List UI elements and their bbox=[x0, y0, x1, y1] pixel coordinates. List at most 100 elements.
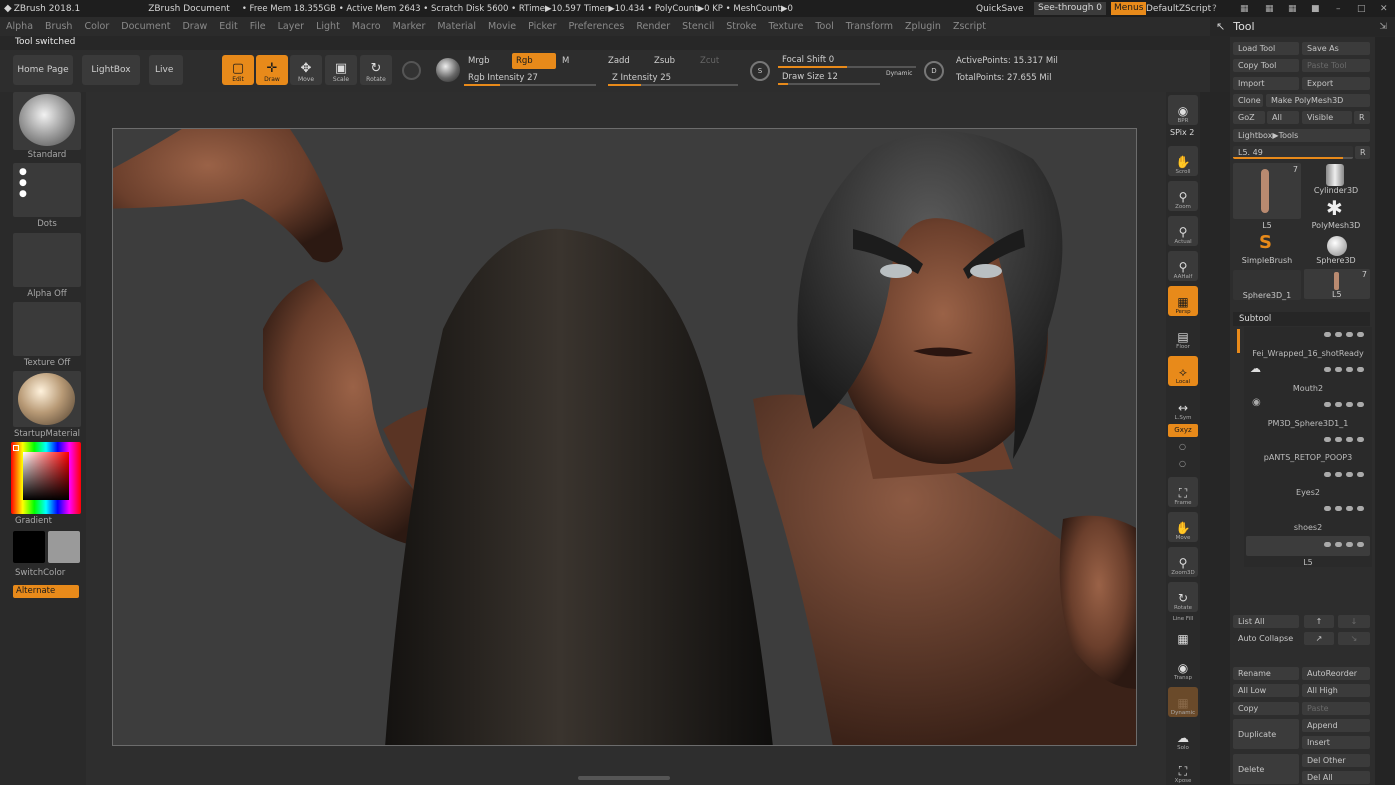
subtool-row-selected[interactable] bbox=[1246, 536, 1370, 556]
menu-material[interactable]: Material bbox=[431, 21, 482, 32]
goz-r-button[interactable]: R bbox=[1354, 111, 1370, 124]
zoom3d-button[interactable]: ⚲ Zoom3D bbox=[1168, 547, 1198, 577]
lsym-button[interactable]: ↔ L.Sym bbox=[1168, 392, 1198, 422]
del-other-button[interactable]: Del Other bbox=[1302, 754, 1370, 767]
menu-alpha[interactable]: Alpha bbox=[0, 21, 39, 32]
menu-movie[interactable]: Movie bbox=[482, 21, 522, 32]
arrow-down-right-icon[interactable]: ↘ bbox=[1338, 632, 1370, 645]
list-all-button[interactable]: List All bbox=[1233, 615, 1299, 628]
subtool-row-4[interactable] bbox=[1246, 432, 1370, 446]
viewport-bottom-handle[interactable] bbox=[578, 776, 670, 780]
subtool-visibility-icons[interactable] bbox=[1322, 400, 1366, 410]
dynamic-button[interactable]: ▦ Dynamic bbox=[1168, 687, 1198, 717]
solo-button[interactable]: ☁ Solo bbox=[1168, 722, 1198, 752]
insert-button[interactable]: Insert bbox=[1302, 736, 1370, 749]
scroll-button[interactable]: ✋ Scroll bbox=[1168, 146, 1198, 176]
paste-tool-button[interactable]: Paste Tool bbox=[1302, 59, 1370, 72]
subtool-row-2[interactable]: ☁ bbox=[1246, 362, 1370, 376]
cylinder3d-icon[interactable] bbox=[1326, 164, 1344, 186]
sculpt-render[interactable] bbox=[113, 129, 1137, 746]
load-tool-button[interactable]: Load Tool bbox=[1233, 42, 1299, 55]
polymesh3d-icon[interactable]: ✱ bbox=[1326, 198, 1343, 218]
gxyz-button[interactable]: Gxyz bbox=[1168, 424, 1198, 437]
subtool-header[interactable]: Subtool bbox=[1233, 312, 1370, 326]
copy-subtool-button[interactable]: Copy bbox=[1233, 702, 1299, 715]
menu-texture[interactable]: Texture bbox=[763, 21, 810, 32]
menu-zscript[interactable]: Zscript bbox=[947, 21, 992, 32]
rgb-intensity-slider[interactable]: Rgb Intensity 27 bbox=[464, 70, 596, 86]
delete-button[interactable]: Delete bbox=[1233, 754, 1299, 784]
color-picker[interactable] bbox=[11, 442, 81, 514]
menu-macro[interactable]: Macro bbox=[346, 21, 387, 32]
copy-tool-button[interactable]: Copy Tool bbox=[1233, 59, 1299, 72]
layout-icon[interactable]: ▦ bbox=[1240, 4, 1249, 14]
help-icon[interactable]: ? bbox=[1212, 4, 1217, 14]
zsub-button[interactable]: Zsub bbox=[650, 53, 694, 69]
quicksave-button[interactable]: QuickSave bbox=[976, 4, 1024, 14]
actual-button[interactable]: ⚲ Actual bbox=[1168, 216, 1198, 246]
subtool-label-3[interactable]: PM3D_Sphere3D1_1 bbox=[1246, 419, 1370, 428]
rgb-button[interactable]: Rgb bbox=[512, 53, 556, 69]
menu-file[interactable]: File bbox=[244, 21, 272, 32]
xpose-button[interactable]: ⛶ Xpose bbox=[1168, 755, 1198, 785]
m-button[interactable]: M bbox=[558, 53, 598, 69]
clone-button[interactable]: Clone bbox=[1233, 94, 1263, 107]
move-up-arrow-icon[interactable]: ↑ bbox=[1304, 615, 1334, 628]
menus-button[interactable]: Menus bbox=[1111, 2, 1147, 15]
alternate-button[interactable]: Alternate bbox=[13, 585, 79, 598]
zoom-button[interactable]: ⚲ Zoom bbox=[1168, 181, 1198, 211]
subtool-label-6[interactable]: shoes2 bbox=[1246, 523, 1370, 532]
all-high-button[interactable]: All High bbox=[1302, 684, 1370, 697]
brush-slot[interactable] bbox=[13, 92, 81, 150]
color-square[interactable] bbox=[23, 452, 69, 500]
default-zscript-button[interactable]: DefaultZScript bbox=[1146, 4, 1211, 14]
sym-circle2-icon[interactable]: ○ bbox=[1179, 459, 1186, 468]
document-canvas[interactable] bbox=[112, 128, 1137, 746]
menu-preferences[interactable]: Preferences bbox=[562, 21, 630, 32]
brush-alpha-icon[interactable] bbox=[402, 61, 421, 80]
subtool-label-7[interactable]: L5 bbox=[1246, 558, 1370, 567]
menu-tool[interactable]: Tool bbox=[809, 21, 839, 32]
lazy-mouse-icon[interactable]: S bbox=[750, 61, 770, 81]
close-icon[interactable]: ✕ bbox=[1380, 4, 1388, 14]
draw-size-slider[interactable]: Draw Size 12 bbox=[778, 69, 880, 85]
minimize-icon[interactable]: – bbox=[1336, 4, 1341, 14]
sphere3d-icon[interactable] bbox=[1327, 236, 1347, 256]
goz-visible-button[interactable]: Visible bbox=[1302, 111, 1352, 124]
subtool-row-1[interactable] bbox=[1246, 327, 1370, 341]
material-sphere-icon[interactable] bbox=[436, 58, 460, 82]
menu-document[interactable]: Document bbox=[115, 21, 176, 32]
subtool-row-5[interactable] bbox=[1246, 467, 1370, 481]
lock-icon[interactable]: ■ bbox=[1311, 4, 1320, 14]
dynamic-toggle[interactable]: Dynamic bbox=[886, 70, 912, 77]
tool-thumb-l5[interactable]: 7 bbox=[1233, 163, 1301, 219]
move-down-arrow-icon[interactable]: ↓ bbox=[1338, 615, 1370, 628]
sym-circle-icon[interactable]: ○ bbox=[1179, 442, 1186, 451]
subtool-visibility-icons[interactable] bbox=[1322, 365, 1366, 375]
seethrough-slider[interactable]: See-through 0 bbox=[1034, 2, 1106, 15]
script-icon[interactable]: ▦ bbox=[1288, 4, 1297, 14]
floor-button[interactable]: ▤ Floor bbox=[1168, 321, 1198, 351]
polymesh3d-label[interactable]: PolyMesh3D bbox=[1302, 221, 1370, 230]
main-color-swatch[interactable] bbox=[13, 531, 45, 563]
make-polymesh-button[interactable]: Make PolyMesh3D bbox=[1266, 94, 1370, 107]
material-slot[interactable] bbox=[13, 371, 81, 427]
transp-button[interactable]: ◉ Transp bbox=[1168, 652, 1198, 682]
focal-shift-slider[interactable]: Focal Shift 0 bbox=[778, 52, 916, 68]
lightbox-button[interactable]: LightBox bbox=[82, 55, 140, 85]
all-low-button[interactable]: All Low bbox=[1233, 684, 1299, 697]
subtool-label-2[interactable]: Mouth2 bbox=[1246, 384, 1370, 393]
arrow-up-right-icon[interactable]: ↗ bbox=[1304, 632, 1334, 645]
subtool-visibility-icons[interactable] bbox=[1322, 504, 1366, 514]
menu-render[interactable]: Render bbox=[630, 21, 676, 32]
persp-button[interactable]: ▦ Persp bbox=[1168, 286, 1198, 316]
switch-color-button[interactable]: SwitchColor bbox=[15, 568, 83, 578]
goz-all-button[interactable]: All bbox=[1267, 111, 1299, 124]
subtool-label-5[interactable]: Eyes2 bbox=[1246, 488, 1370, 497]
live-boolean-button[interactable]: Live bbox=[149, 55, 183, 85]
frame-button[interactable]: ⛶ Frame bbox=[1168, 477, 1198, 507]
subtool-row-6[interactable] bbox=[1246, 501, 1370, 515]
move-button[interactable]: ✥ Move bbox=[290, 55, 322, 85]
menu-stencil[interactable]: Stencil bbox=[676, 21, 720, 32]
menu-color[interactable]: Color bbox=[78, 21, 115, 32]
